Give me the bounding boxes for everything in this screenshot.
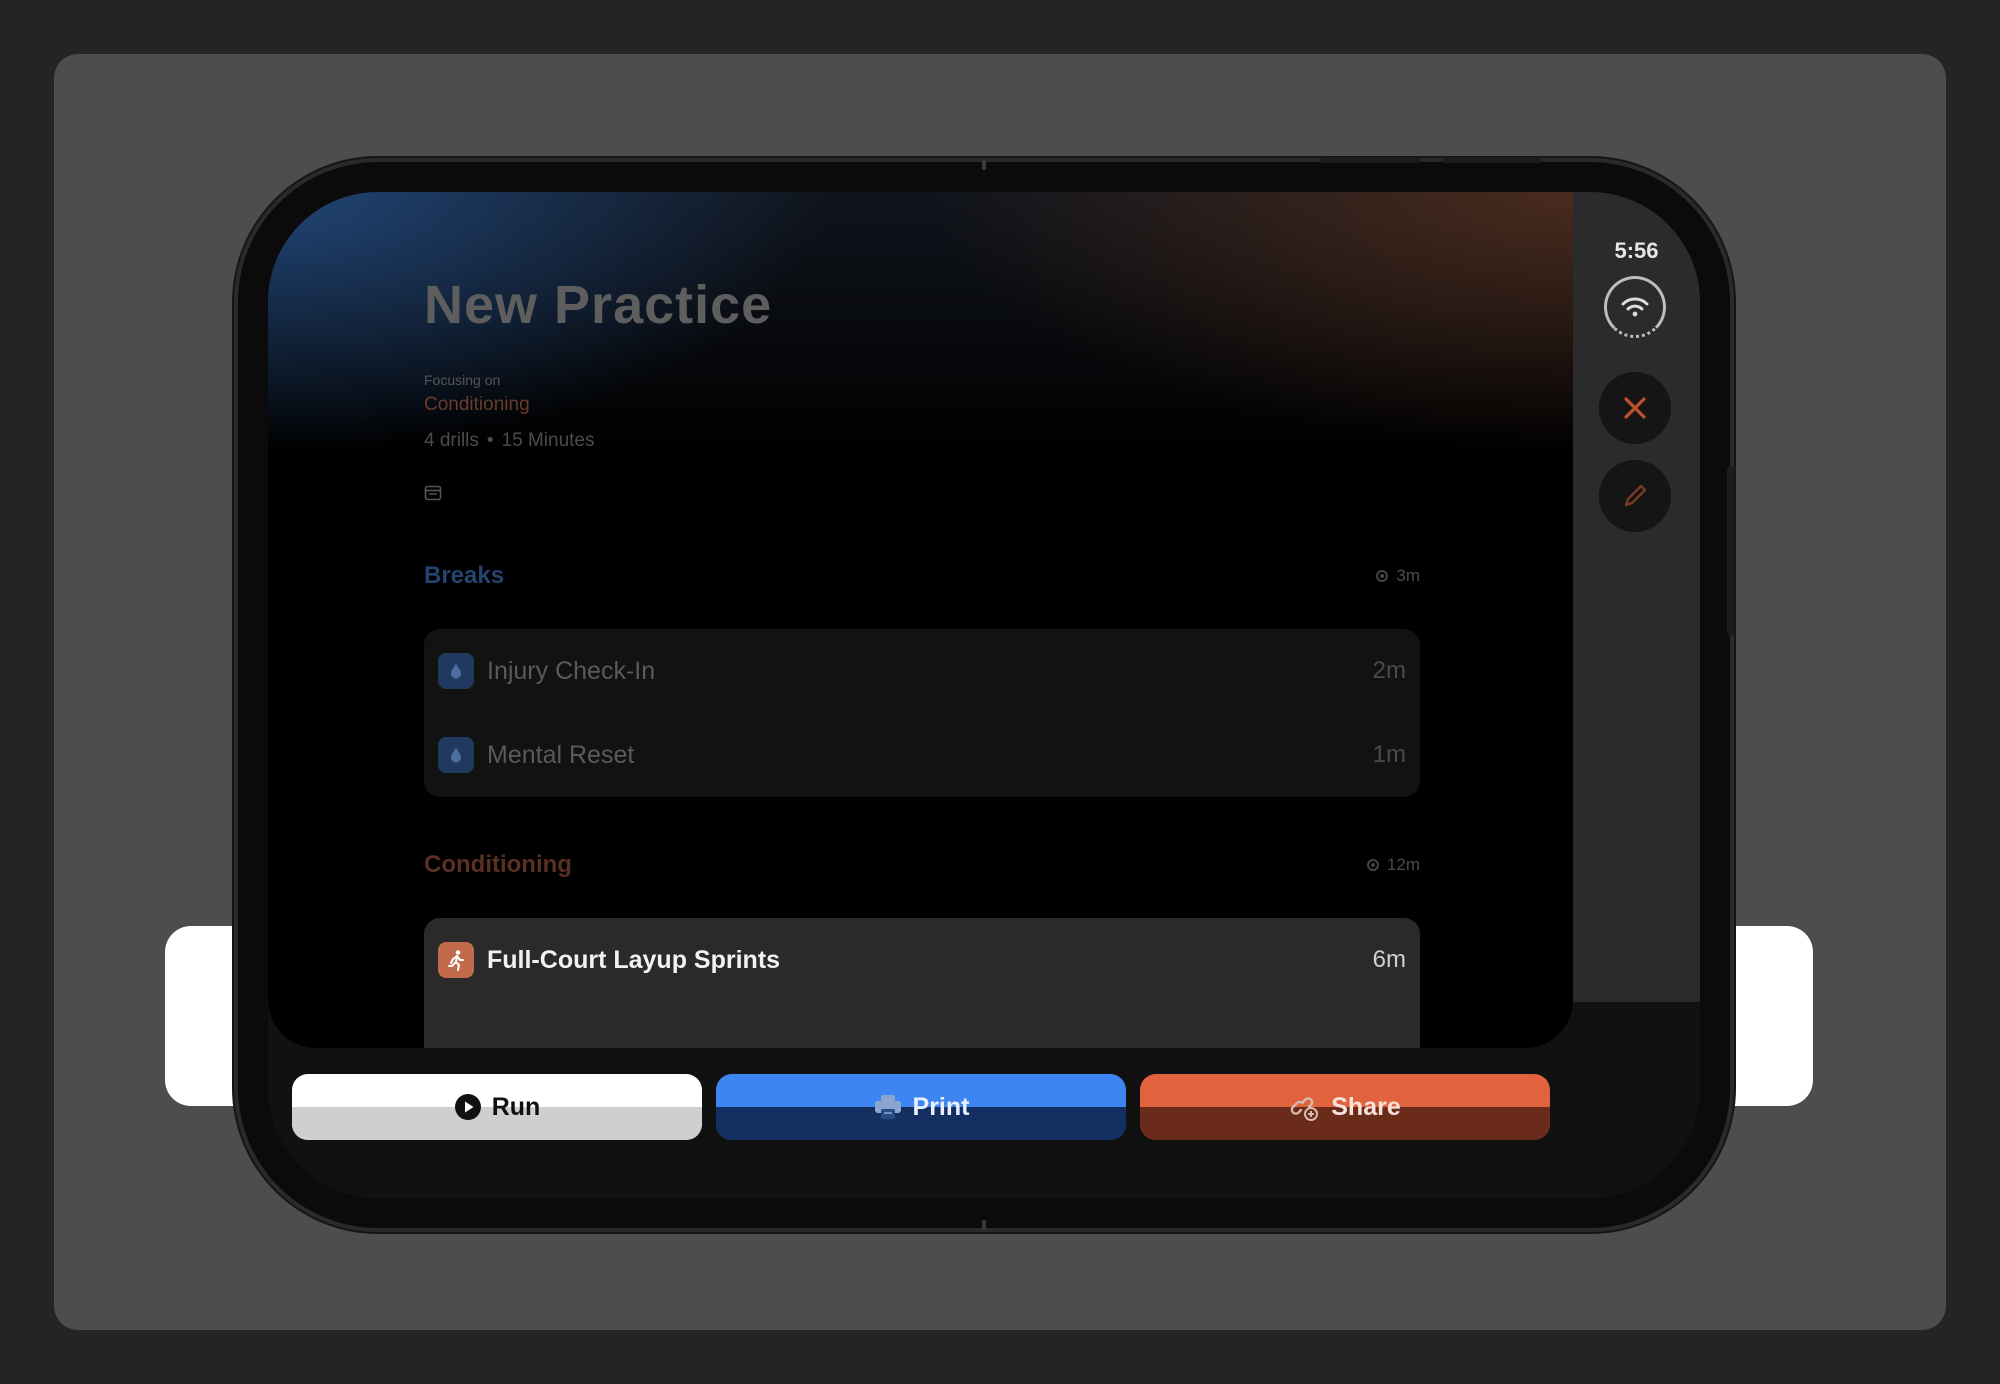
side-rail: 5:56 (1573, 192, 1700, 1048)
print-label: Print (912, 1092, 970, 1121)
printer-icon (874, 1095, 901, 1119)
water-drop-icon (438, 653, 474, 689)
drill-name: Full-Court Layup Sprints (487, 945, 781, 974)
run-label: Run (491, 1092, 541, 1121)
pencil-icon (1624, 484, 1647, 507)
timer-icon (1366, 859, 1379, 871)
volume-button-2 (1442, 157, 1542, 163)
share-label: Share (1331, 1092, 1401, 1121)
device-screen: New Practice Focusing on Conditioning 4 … (268, 192, 1700, 1198)
practice-summary: 4 drills • 15 Minutes (424, 430, 595, 452)
hinge-top (982, 160, 986, 170)
section-duration-conditioning: 12m (1366, 855, 1420, 875)
share-link-icon (1291, 1097, 1319, 1121)
run-button[interactable]: Run (292, 1074, 702, 1140)
separator: • (486, 430, 494, 451)
list-item[interactable]: Injury Check-In 2m (424, 629, 1420, 713)
print-button[interactable]: Print (716, 1074, 1126, 1140)
drill-list-conditioning: Full-Court Layup Sprints 6m (424, 918, 1420, 1048)
drill-duration: 1m (1372, 741, 1406, 768)
drill-duration: 6m (1372, 946, 1406, 973)
list-item[interactable]: Mental Reset 1m (424, 713, 1420, 797)
focus-value[interactable]: Conditioning (424, 394, 530, 416)
section-duration-breaks: 3m (1376, 566, 1420, 586)
timer-icon (1376, 570, 1389, 582)
play-circle-icon (454, 1094, 481, 1120)
drill-list-breaks: Injury Check-In 2m Mental Reset 1m (424, 629, 1420, 797)
list-item[interactable]: Full-Court Layup Sprints 6m (424, 918, 1420, 1002)
page-title: New Practice (424, 275, 773, 335)
drill-name: Injury Check-In (487, 656, 656, 685)
edit-button[interactable] (1599, 460, 1671, 532)
water-drop-icon (438, 737, 474, 773)
action-bar: Run Print Share (292, 1074, 1550, 1140)
hinge-bottom (982, 1220, 986, 1230)
drill-count: 4 drills (424, 430, 479, 451)
wifi-icon (1604, 276, 1666, 338)
close-button[interactable] (1599, 372, 1671, 444)
volume-button-1 (1320, 157, 1420, 163)
share-button[interactable]: Share (1140, 1074, 1550, 1140)
total-duration: 15 Minutes (501, 430, 595, 451)
practice-sheet: New Practice Focusing on Conditioning 4 … (268, 192, 1573, 1048)
drill-duration: 2m (1372, 657, 1406, 684)
status-time: 5:56 (1614, 238, 1659, 263)
drill-name: Mental Reset (487, 740, 635, 769)
close-icon (1624, 397, 1646, 419)
section-title-breaks: Breaks (424, 562, 505, 589)
section-title-conditioning: Conditioning (424, 851, 572, 878)
focus-label: Focusing on (424, 372, 501, 388)
side-button (1727, 466, 1735, 636)
running-figure-icon (438, 942, 474, 978)
calendar-icon[interactable] (424, 484, 442, 502)
